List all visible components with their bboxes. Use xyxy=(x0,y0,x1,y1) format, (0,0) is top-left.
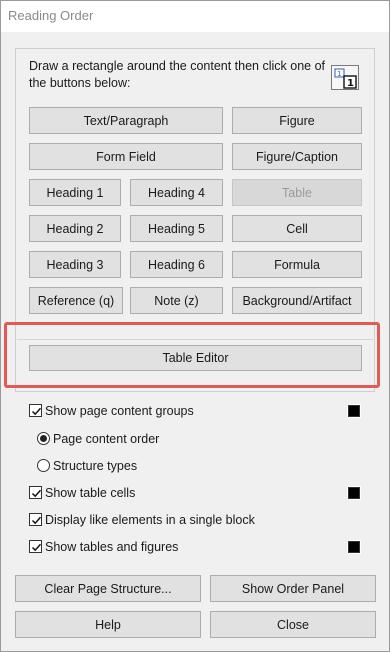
highlight-box xyxy=(4,322,380,388)
figure-button[interactable]: Figure xyxy=(232,107,362,134)
heading5-button[interactable]: Heading 5 xyxy=(130,215,223,242)
cell-button[interactable]: Cell xyxy=(232,215,362,242)
close-button[interactable]: Close xyxy=(210,611,376,638)
display-like-elements-label: Display like elements in a single block xyxy=(45,513,255,527)
instructions-text: Draw a rectangle around the content then… xyxy=(29,59,326,90)
show-page-content-groups-checkbox[interactable] xyxy=(29,404,42,417)
reference-button[interactable]: Reference (q) xyxy=(29,287,123,314)
svg-text:1: 1 xyxy=(337,70,341,78)
heading4-button[interactable]: Heading 4 xyxy=(130,179,223,206)
page-content-order-radio[interactable] xyxy=(37,432,50,445)
heading2-button[interactable]: Heading 2 xyxy=(29,215,121,242)
reading-order-icon[interactable]: 1 1 xyxy=(331,65,359,90)
display-like-elements-checkbox[interactable] xyxy=(29,513,42,526)
window-titlebar: Reading Order xyxy=(0,0,390,32)
form-field-button[interactable]: Form Field xyxy=(29,143,223,170)
formula-button[interactable]: Formula xyxy=(232,251,362,278)
note-button[interactable]: Note (z) xyxy=(130,287,223,314)
show-order-panel-button[interactable]: Show Order Panel xyxy=(210,575,376,602)
table-cells-color-swatch[interactable] xyxy=(347,486,361,500)
svg-text:1: 1 xyxy=(347,78,354,89)
heading6-button[interactable]: Heading 6 xyxy=(130,251,223,278)
show-table-cells-checkbox[interactable] xyxy=(29,486,42,499)
page-content-order-label: Page content order xyxy=(53,432,160,446)
show-table-cells-label: Show table cells xyxy=(45,486,136,500)
help-button[interactable]: Help xyxy=(15,611,201,638)
figure-caption-button[interactable]: Figure/Caption xyxy=(232,143,362,170)
table-button: Table xyxy=(232,179,362,206)
structure-types-radio[interactable] xyxy=(37,459,50,472)
structure-types-label: Structure types xyxy=(53,459,138,473)
text-paragraph-button[interactable]: Text/Paragraph xyxy=(29,107,223,134)
tables-figures-color-swatch[interactable] xyxy=(347,540,361,554)
show-page-content-groups-label: Show page content groups xyxy=(45,404,194,418)
background-artifact-button[interactable]: Background/Artifact xyxy=(232,287,362,314)
window-title: Reading Order xyxy=(8,8,94,23)
heading1-button[interactable]: Heading 1 xyxy=(29,179,121,206)
clear-page-structure-button[interactable]: Clear Page Structure... xyxy=(15,575,201,602)
show-tables-and-figures-checkbox[interactable] xyxy=(29,540,42,553)
heading3-button[interactable]: Heading 3 xyxy=(29,251,121,278)
page-content-groups-color-swatch[interactable] xyxy=(347,404,361,418)
show-tables-and-figures-label: Show tables and figures xyxy=(45,540,179,554)
